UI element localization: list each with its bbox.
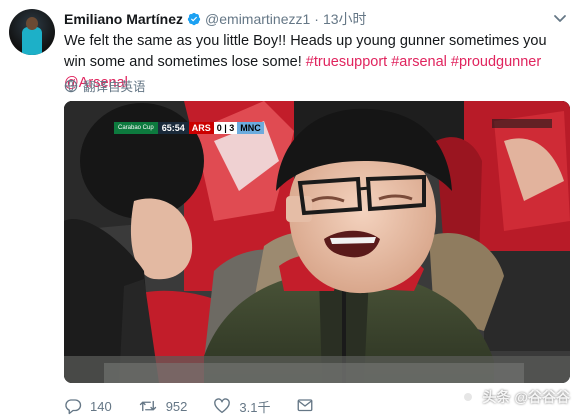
translate-label: 翻译自英语 (83, 80, 146, 94)
hashtag-arsenal[interactable]: #arsenal (391, 54, 447, 70)
reply-icon (65, 399, 82, 415)
like-count: 3.1千 (239, 399, 271, 415)
chevron-down-icon[interactable] (552, 10, 568, 26)
competition-logo: Carabao Cup (114, 122, 158, 134)
verified-badge-icon (187, 12, 201, 26)
hashtag-proudgunner[interactable]: #proudgunner (451, 54, 541, 70)
tweet-header: Emiliano Martínez @emimartinezz1 · 13小时 (64, 9, 367, 29)
like-button[interactable]: 3.1千 (213, 397, 270, 416)
tweet-timestamp[interactable]: 13小时 (323, 9, 367, 29)
like-icon (214, 398, 231, 414)
share-icon (298, 399, 313, 412)
avatar-shirt (22, 27, 42, 55)
author-name[interactable]: Emiliano Martínez (64, 11, 183, 27)
author-avatar[interactable] (9, 9, 55, 55)
watermark-text: 头条 @谷谷谷 (482, 389, 570, 405)
avatar-head (26, 17, 38, 30)
match-scorebug: Carabao Cup 65:54 ARS 0 | 3 MNC (114, 122, 264, 134)
tweet-photo[interactable]: Carabao Cup 65:54 ARS 0 | 3 MNC (64, 101, 570, 383)
watermark-logo-icon (458, 387, 479, 407)
share-button[interactable] (296, 397, 322, 415)
watermark: 头条 @谷谷谷 (458, 387, 570, 407)
home-team: ARS (188, 122, 214, 134)
match-clock: 65:54 (157, 122, 189, 134)
reply-button[interactable]: 140 (64, 397, 112, 415)
tweet-actions: 140 952 3.1千 (64, 396, 348, 416)
away-team: MNC (237, 122, 264, 134)
separator-dot: · (314, 11, 319, 27)
retweet-button[interactable]: 952 (138, 397, 188, 415)
author-handle[interactable]: @emimartinezz1 (205, 11, 310, 27)
photo-scene (64, 101, 570, 383)
retweet-icon (139, 400, 156, 412)
hashtag-truesupport[interactable]: #truesupport (306, 54, 387, 70)
match-score: 0 | 3 (213, 122, 238, 134)
translate-link[interactable]: 翻译自英语 (64, 76, 146, 95)
retweet-count: 952 (165, 398, 188, 414)
translate-icon (64, 79, 78, 92)
reply-count: 140 (90, 398, 112, 414)
